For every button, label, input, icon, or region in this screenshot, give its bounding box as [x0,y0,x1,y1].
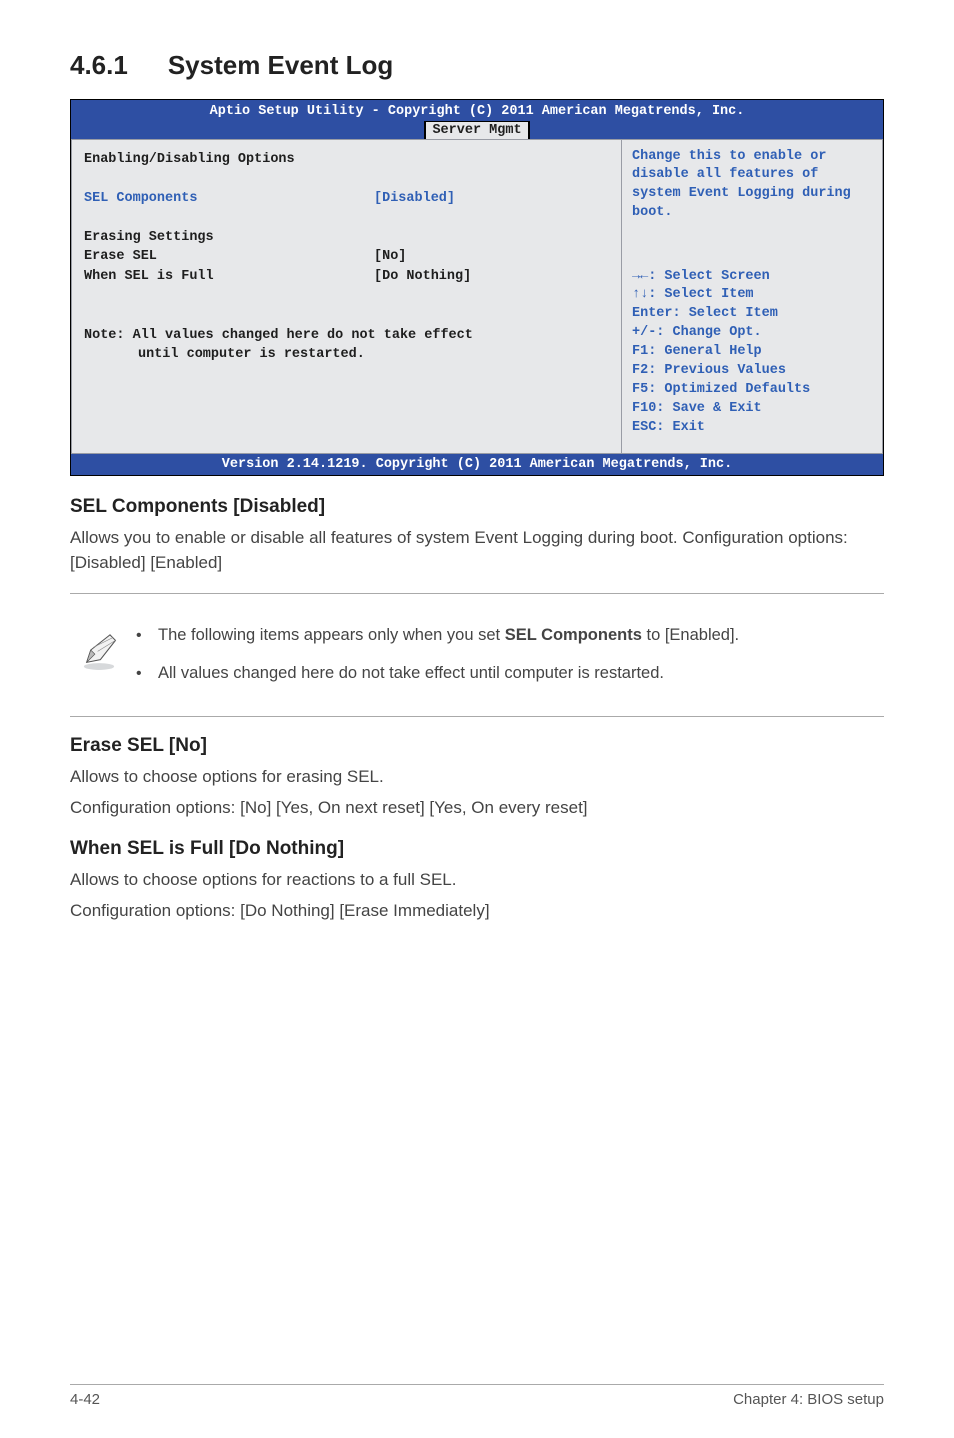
bios-help-text: Change this to enable or disable all fea… [632,148,872,268]
bios-key-save-exit: F10: Save & Exit [632,400,872,419]
note-block: The following items appears only when yo… [70,593,884,717]
page-number: 4-42 [70,1391,100,1408]
bios-full-value: [Do Nothing] [374,267,471,287]
bios-header: Aptio Setup Utility - Copyright (C) 2011… [71,100,883,139]
para-erase-sel-b: Configuration options: [No] [Yes, On nex… [70,796,884,821]
bios-row-when-full: When SEL is Full [Do Nothing] [84,267,609,287]
para-when-full-a: Allows to choose options for reactions t… [70,868,884,893]
subhead-erase-sel: Erase SEL [No] [70,735,884,757]
bios-key-select-item: ↑↓: Select Item [632,286,872,305]
page-footer: 4-42 Chapter 4: BIOS setup [70,1384,884,1408]
bios-note-line1: Note: All values changed here do not tak… [84,326,609,346]
bios-left-pane: Enabling/Disabling Options SEL Component… [71,139,621,454]
section-heading: 4.6.1 System Event Log [70,50,884,81]
bios-key-optimized-defaults: F5: Optimized Defaults [632,381,872,400]
bios-main: Enabling/Disabling Options SEL Component… [71,139,883,454]
bios-note-line2: until computer is restarted. [84,345,609,365]
bios-erase-value: [No] [374,247,406,267]
section-title-text: System Event Log [168,50,393,80]
bios-erase-label: Erase SEL [84,247,374,267]
bios-footer: Version 2.14.1219. Copyright (C) 2011 Am… [71,454,883,475]
bios-header-text: Aptio Setup Utility - Copyright (C) 2011… [71,103,883,121]
bios-enable-heading: Enabling/Disabling Options [84,150,609,170]
bios-screenshot: Aptio Setup Utility - Copyright (C) 2011… [70,99,884,476]
bios-tab-row: Server Mgmt [71,121,883,139]
bios-key-change-opt: +/-: Change Opt. [632,324,872,343]
bios-right-pane: Change this to enable or disable all fea… [621,139,883,454]
bios-erase-heading: Erasing Settings [84,228,609,248]
bios-sel-value: [Disabled] [374,189,455,209]
bios-key-select-screen: →←: Select Screen [632,268,872,287]
note1-pre: The following items appears only when yo… [158,626,505,644]
bios-key-esc-exit: ESC: Exit [632,419,872,438]
section-number: 4.6.1 [70,50,128,81]
bios-row-sel-components: SEL Components [Disabled] [84,189,609,209]
bios-full-label: When SEL is Full [84,267,374,287]
bios-row-erase-sel: Erase SEL [No] [84,247,609,267]
note-pencil-icon [70,622,128,677]
para-when-full-b: Configuration options: [Do Nothing] [Era… [70,899,884,924]
para-sel-components: Allows you to enable or disable all feat… [70,526,884,575]
note1-bold: SEL Components [505,626,642,644]
note1-post: to [Enabled]. [642,626,739,644]
note-content: The following items appears only when yo… [128,622,884,700]
bios-key-general-help: F1: General Help [632,343,872,362]
subhead-when-full: When SEL is Full [Do Nothing] [70,838,884,860]
bios-tab-server-mgmt: Server Mgmt [424,121,529,139]
chapter-label: Chapter 4: BIOS setup [733,1391,884,1408]
bios-key-enter: Enter: Select Item [632,305,872,324]
subhead-sel-components: SEL Components [Disabled] [70,496,884,518]
note-item-1: The following items appears only when yo… [128,624,884,648]
para-erase-sel-a: Allows to choose options for erasing SEL… [70,765,884,790]
note-item-2: All values changed here do not take effe… [128,662,884,686]
bios-key-previous-values: F2: Previous Values [632,362,872,381]
bios-sel-label: SEL Components [84,189,374,209]
